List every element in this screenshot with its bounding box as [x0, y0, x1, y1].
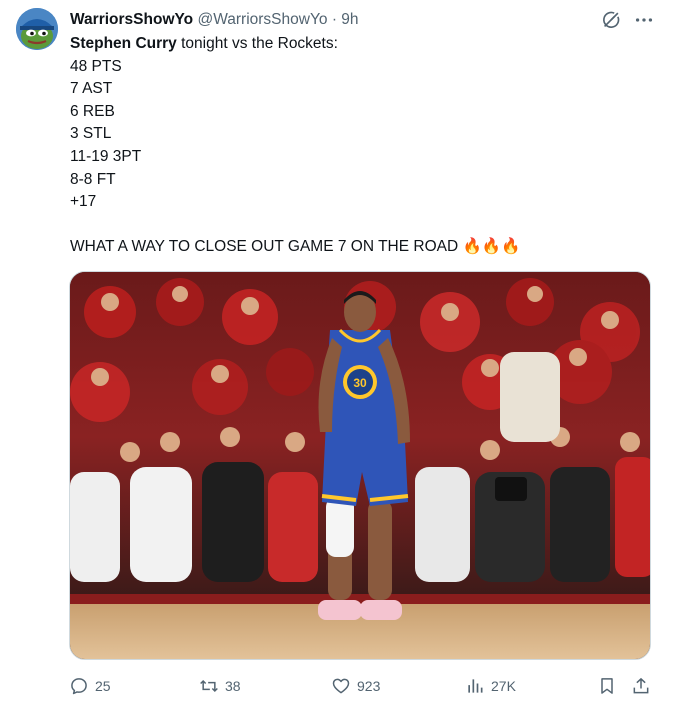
player-name[interactable]: Stephen Curry	[70, 35, 177, 52]
retweet-icon	[200, 679, 218, 693]
tweet-actions: 25 38 923 27K	[69, 672, 659, 700]
retweet-button[interactable]: 38	[199, 672, 241, 700]
views-icon	[468, 679, 483, 693]
photo-basketball-player: 30	[70, 272, 650, 659]
tweet-header: WarriorsShowYo @WarriorsShowYo · 9h	[70, 10, 359, 30]
views-button[interactable]: 27K	[465, 672, 516, 700]
fire-emoji: 🔥🔥🔥	[462, 238, 521, 256]
retweet-count: 38	[225, 678, 241, 694]
stat-line: 7 AST	[70, 80, 113, 98]
tweet-text: Stephen Curry tonight vs the Rockets: 48…	[70, 33, 650, 259]
views-count: 27K	[491, 678, 516, 694]
stat-line: +17	[70, 193, 97, 211]
more-icon[interactable]	[633, 9, 655, 31]
stat-line: 3 STL	[70, 125, 112, 143]
stat-line: 48 PTS	[70, 57, 122, 75]
intro-text: tonight vs the Rockets:	[176, 35, 338, 52]
tweet-photo[interactable]: 30	[69, 271, 651, 660]
header-separator: ·	[331, 11, 337, 28]
reply-button[interactable]: 25	[69, 672, 111, 700]
stat-line: 11-19 3PT	[70, 147, 142, 165]
bookmark-icon	[601, 678, 613, 694]
avatar-image	[16, 8, 58, 50]
author-handle[interactable]: @WarriorsShowYo	[197, 11, 327, 28]
jersey-number: 30	[353, 376, 367, 390]
timestamp[interactable]: 9h	[341, 11, 358, 28]
bookmark-button[interactable]	[597, 672, 623, 700]
stat-line: 8-8 FT	[70, 170, 116, 188]
stat-line: 6 REB	[70, 102, 115, 120]
like-count: 923	[357, 678, 381, 694]
heart-icon	[332, 678, 350, 694]
share-button[interactable]	[631, 672, 657, 700]
reply-icon	[71, 678, 87, 695]
closing-text: WHAT A WAY TO CLOSE OUT GAME 7 ON THE RO…	[70, 238, 459, 256]
tweet[interactable]: WarriorsShowYo @WarriorsShowYo · 9h Step…	[0, 0, 673, 709]
avatar[interactable]	[16, 8, 58, 50]
like-button[interactable]: 923	[331, 672, 380, 700]
author-name[interactable]: WarriorsShowYo	[70, 11, 193, 28]
tweet-intro-line: Stephen Curry tonight vs the Rockets:	[70, 33, 650, 56]
reply-count: 25	[95, 678, 111, 694]
grok-icon[interactable]	[600, 9, 622, 31]
closing-line: WHAT A WAY TO CLOSE OUT GAME 7 ON THE RO…	[70, 236, 650, 259]
share-icon	[633, 677, 649, 694]
